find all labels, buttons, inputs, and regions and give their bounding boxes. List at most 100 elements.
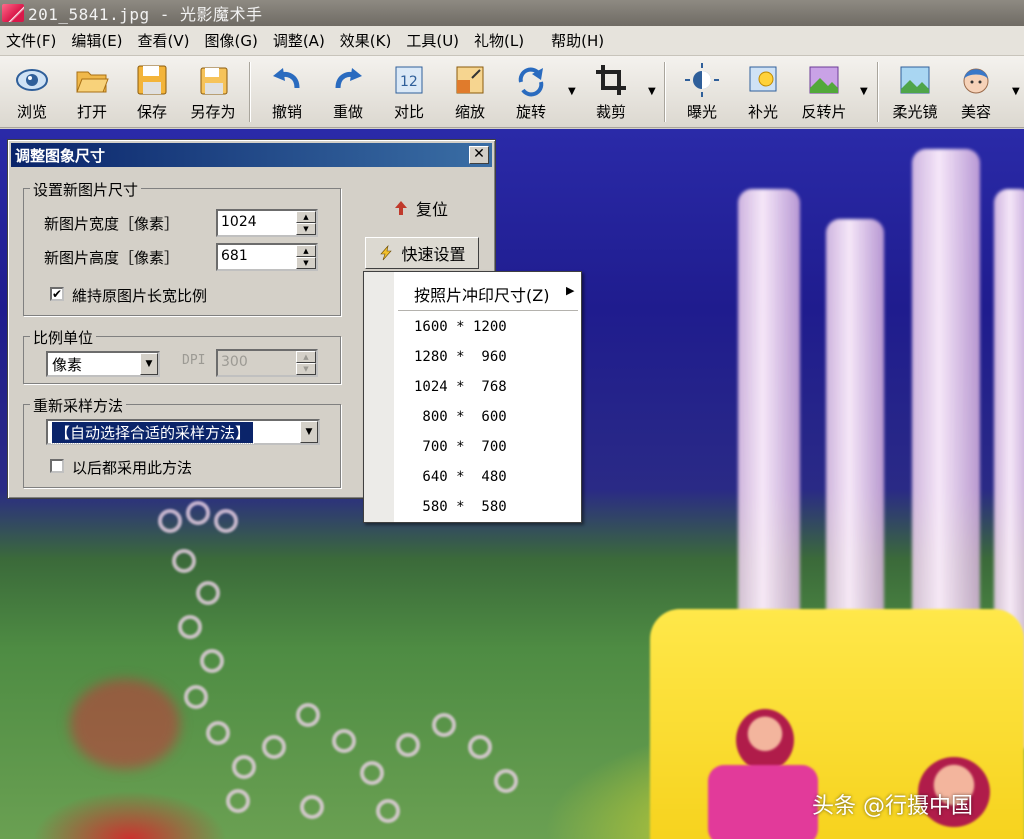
spin-up-icon[interactable]: ▲: [296, 211, 316, 223]
floppy-disk-icon: [137, 65, 167, 95]
toolbar: 浏览 打开 保存 另存为 撤销 重做 12 对比 缩放 旋转 ▼ 裁剪 ▼ 曝光: [0, 56, 1024, 128]
photo-decor: [332, 729, 356, 753]
photo-decor: [158, 509, 182, 533]
menu-effects[interactable]: 效果(K): [334, 30, 401, 51]
save-as-button[interactable]: 另存为: [183, 60, 243, 124]
crop-button[interactable]: 裁剪: [581, 60, 641, 124]
redo-button[interactable]: 重做: [318, 60, 378, 124]
reversal-dropdown-icon[interactable]: ▼: [860, 86, 870, 97]
menu-tools[interactable]: 工具(U): [400, 30, 468, 51]
height-label: 新图片高度［像素］: [44, 249, 180, 267]
photo-decor: [206, 721, 230, 745]
photo-decor: [232, 755, 256, 779]
undo-button[interactable]: 撤销: [257, 60, 317, 124]
spin-down-icon[interactable]: ▼: [296, 257, 316, 269]
size-option-1280x960[interactable]: 1280 * 960: [414, 349, 507, 365]
save-as-icon: [200, 67, 228, 95]
menu-help[interactable]: 帮助(H): [545, 30, 613, 51]
menu-file[interactable]: 文件(F): [0, 30, 65, 51]
photo-decor: [432, 713, 456, 737]
resize-button[interactable]: 缩放: [440, 60, 500, 124]
always-use-checkbox[interactable]: [50, 459, 64, 473]
size-option-580x580[interactable]: 580 * 580: [414, 499, 506, 515]
crop-icon: [596, 65, 626, 95]
menu-view[interactable]: 查看(V): [132, 30, 199, 51]
resample-method-select[interactable]: 【自动选择合适的采样方法】 ▼: [46, 419, 320, 445]
size-option-1600x1200[interactable]: 1600 * 1200: [414, 319, 507, 335]
rotate-dropdown-icon[interactable]: ▼: [568, 86, 578, 97]
spin-down-icon[interactable]: ▼: [296, 363, 316, 375]
window-title: 201_5841.jpg - 光影魔术手: [28, 5, 263, 24]
photo-decor: [70, 679, 180, 769]
fill-light-icon: [749, 66, 777, 92]
spin-up-icon[interactable]: ▲: [296, 245, 316, 257]
photo-decor: [186, 501, 210, 525]
group-title: 比例单位: [30, 327, 97, 348]
quick-setup-button[interactable]: 快速设置: [365, 237, 479, 269]
photo-decor: [262, 735, 286, 759]
photo-decor: [494, 769, 518, 793]
resize-icon: [456, 66, 484, 94]
browse-button[interactable]: 浏览: [2, 60, 62, 124]
eye-icon: [16, 69, 48, 91]
size-option-1024x768[interactable]: 1024 * 768: [414, 379, 507, 395]
save-button[interactable]: 保存: [122, 60, 182, 124]
app-logo-icon: [2, 4, 24, 22]
menu-separator: [398, 310, 578, 311]
lightning-icon: [380, 245, 393, 261]
soft-focus-icon: [900, 66, 930, 94]
dialog-title-bar[interactable]: 调整图象尺寸 ✕: [11, 143, 492, 167]
menu-edit[interactable]: 编辑(E): [65, 30, 131, 51]
title-bar[interactable]: 201_5841.jpg - 光影魔术手: [0, 0, 1024, 26]
compare-button[interactable]: 12 对比: [379, 60, 439, 124]
keep-ratio-label: 維持原图片长宽比例: [72, 287, 208, 305]
photo-decor: [214, 509, 238, 533]
beauty-button[interactable]: 美容: [946, 60, 1006, 124]
spin-down-icon[interactable]: ▼: [296, 223, 316, 235]
width-label: 新图片宽度［像素］: [44, 215, 180, 233]
soft-focus-button[interactable]: 柔光镜: [885, 60, 945, 124]
height-input[interactable]: 681 ▲ ▼: [216, 243, 318, 271]
spin-up-icon[interactable]: ▲: [296, 351, 316, 363]
close-icon[interactable]: ✕: [469, 146, 489, 164]
rotate-button[interactable]: 旋转: [501, 60, 561, 124]
group-title: 设置新图片尺寸: [30, 179, 142, 200]
size-option-800x600[interactable]: 800 * 600: [414, 409, 506, 425]
photo-decor: [360, 761, 384, 785]
keep-ratio-checkbox[interactable]: ✔: [50, 287, 64, 301]
photo-decor: [396, 733, 420, 757]
redo-icon: [335, 68, 362, 89]
size-group: 设置新图片尺寸 新图片宽度［像素］ 1024 ▲ ▼ 新图片高度［像素］ 681…: [23, 179, 341, 316]
photo-decor: [296, 703, 320, 727]
photo-decor: [708, 765, 818, 839]
compare-icon: 12: [395, 66, 423, 94]
chevron-down-icon[interactable]: ▼: [140, 353, 158, 375]
menu-adjust[interactable]: 调整(A): [267, 30, 334, 51]
reversal-film-icon: [809, 66, 839, 94]
exposure-button[interactable]: 曝光: [672, 60, 732, 124]
fill-light-button[interactable]: 补光: [733, 60, 793, 124]
crop-dropdown-icon[interactable]: ▼: [648, 86, 658, 97]
beauty-dropdown-icon[interactable]: ▼: [1012, 86, 1022, 97]
photo-decor: [184, 685, 208, 709]
toolbar-separator: [249, 62, 251, 122]
menu-gifts[interactable]: 礼物(L): [468, 30, 533, 51]
print-size-submenu[interactable]: 按照片冲印尺寸(Z): [414, 282, 549, 306]
photo-decor: [200, 649, 224, 673]
chevron-down-icon[interactable]: ▼: [300, 421, 318, 443]
size-option-700x700[interactable]: 700 * 700: [414, 439, 506, 455]
toolbar-separator: [877, 62, 879, 122]
reset-button[interactable]: 复位: [394, 196, 448, 220]
menu-bar: 文件(F) 编辑(E) 查看(V) 图像(G) 调整(A) 效果(K) 工具(U…: [0, 26, 1024, 56]
photo-decor: [226, 789, 250, 813]
svg-text:12: 12: [400, 74, 418, 90]
menu-image[interactable]: 图像(G): [199, 30, 267, 51]
size-option-640x480[interactable]: 640 * 480: [414, 469, 506, 485]
photo-decor: [178, 615, 202, 639]
open-button[interactable]: 打开: [62, 60, 122, 124]
unit-select[interactable]: 像素 ▼: [46, 351, 160, 377]
undo-icon: [273, 68, 300, 89]
width-input[interactable]: 1024 ▲ ▼: [216, 209, 318, 237]
reversal-film-button[interactable]: 反转片: [794, 60, 854, 124]
dpi-input[interactable]: 300 ▲ ▼: [216, 349, 318, 377]
